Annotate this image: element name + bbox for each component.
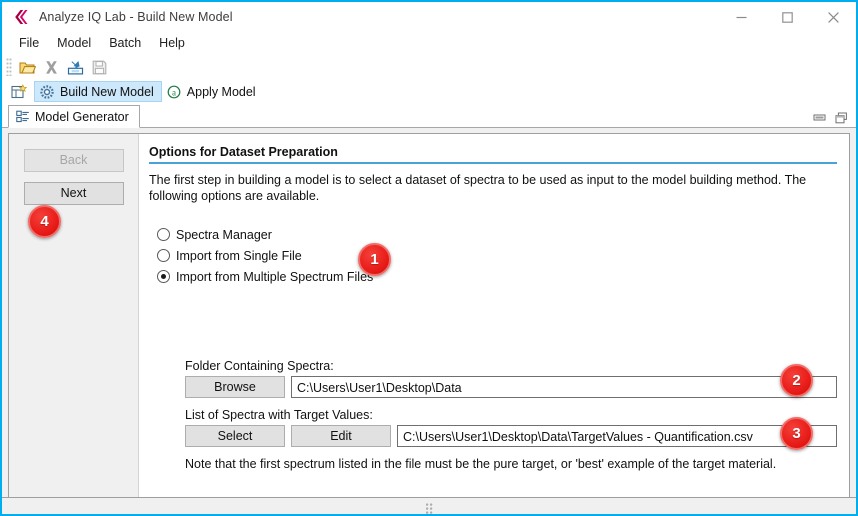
import-icon[interactable] (63, 56, 87, 78)
toolbar (2, 54, 856, 80)
target-values-path-input[interactable]: C:\Users\User1\Desktop\Data\TargetValues… (397, 425, 837, 447)
dataset-form: Folder Containing Spectra: Browse C:\Use… (185, 359, 837, 471)
edit-button[interactable]: Edit (291, 425, 391, 447)
folder-path-input[interactable]: C:\Users\User1\Desktop\Data (291, 376, 837, 398)
new-perspective-icon[interactable] (8, 82, 30, 102)
svg-text:a: a (172, 87, 176, 97)
radio-label: Import from Multiple Spectrum Files (176, 269, 374, 284)
radio-mark-icon (157, 249, 170, 262)
app-logo-icon (11, 8, 31, 26)
tab-model-generator[interactable]: Model Generator (8, 105, 140, 128)
application-window: Analyze IQ Lab - Build New Model File Mo… (0, 0, 858, 516)
window-title: Analyze IQ Lab - Build New Model (39, 10, 233, 24)
callout-badge-2: 2 (780, 364, 813, 397)
title-bar: Analyze IQ Lab - Build New Model (2, 2, 856, 32)
dataset-source-radio-group: Spectra Manager Import from Single File … (157, 224, 837, 287)
close-button[interactable] (810, 2, 856, 32)
radio-spectra-manager[interactable]: Spectra Manager (157, 224, 837, 245)
menu-item-batch[interactable]: Batch (100, 34, 150, 52)
page-title: Options for Dataset Preparation (149, 145, 338, 159)
maximize-button[interactable] (764, 2, 810, 32)
mode-tab-label: Build New Model (60, 84, 154, 99)
restore-panel-icon[interactable] (834, 111, 848, 124)
open-folder-icon[interactable] (15, 56, 39, 78)
model-generator-icon (15, 109, 30, 124)
target-values-row: Select Edit C:\Users\User1\Desktop\Data\… (185, 425, 837, 447)
radio-mark-icon (157, 228, 170, 241)
form-note: Note that the first spectrum listed in t… (185, 457, 777, 471)
radio-label: Spectra Manager (176, 227, 272, 242)
panel-actions (812, 111, 848, 124)
callout-badge-3: 3 (780, 417, 813, 450)
mode-tab-build-new-model[interactable]: Build New Model (34, 81, 162, 102)
minimize-panel-icon[interactable] (812, 111, 826, 124)
vertical-resize-grip[interactable] (425, 503, 433, 514)
apply-model-icon: a (166, 84, 182, 100)
tab-label: Model Generator (35, 109, 129, 124)
callout-badge-4: 4 (28, 205, 61, 238)
save-disk-icon[interactable] (87, 56, 111, 78)
editor-area: Back Next Options for Dataset Preparatio… (2, 128, 856, 497)
window-controls (718, 2, 856, 32)
perspective-bar: Build New Model a Apply Model (2, 80, 856, 104)
radio-label: Import from Single File (176, 248, 302, 263)
list-label: List of Spectra with Target Values: (185, 408, 373, 422)
mode-tab-apply-model[interactable]: a Apply Model (162, 81, 263, 102)
gear-icon (39, 84, 55, 100)
callout-badge-1: 1 (358, 243, 391, 276)
toolbar-grip[interactable] (6, 58, 12, 76)
mode-tab-label: Apply Model (186, 84, 256, 99)
menu-bar: File Model Batch Help (2, 32, 856, 54)
title-underline (149, 162, 837, 164)
radio-import-single-file[interactable]: Import from Single File (157, 245, 837, 266)
radio-mark-selected-icon (157, 270, 170, 283)
page-description: The first step in building a model is to… (149, 173, 807, 203)
delete-x-icon[interactable] (39, 56, 63, 78)
folder-label: Folder Containing Spectra: (185, 359, 334, 373)
editor-tab-strip: Model Generator (2, 104, 856, 128)
radio-import-multiple[interactable]: Import from Multiple Spectrum Files (157, 266, 837, 287)
menu-item-file[interactable]: File (10, 34, 48, 52)
menu-item-help[interactable]: Help (150, 34, 194, 52)
minimize-button[interactable] (718, 2, 764, 32)
editor-inner: Back Next Options for Dataset Preparatio… (8, 133, 850, 497)
wizard-content-pane: Options for Dataset Preparation The firs… (139, 134, 849, 497)
menu-item-model[interactable]: Model (48, 34, 100, 52)
folder-row: Browse C:\Users\User1\Desktop\Data (185, 376, 837, 398)
browse-button[interactable]: Browse (185, 376, 285, 398)
wizard-nav-pane: Back Next (9, 134, 139, 497)
bottom-strip (2, 497, 856, 514)
next-button[interactable]: Next (23, 182, 124, 205)
back-button[interactable]: Back (23, 149, 124, 172)
select-button[interactable]: Select (185, 425, 285, 447)
